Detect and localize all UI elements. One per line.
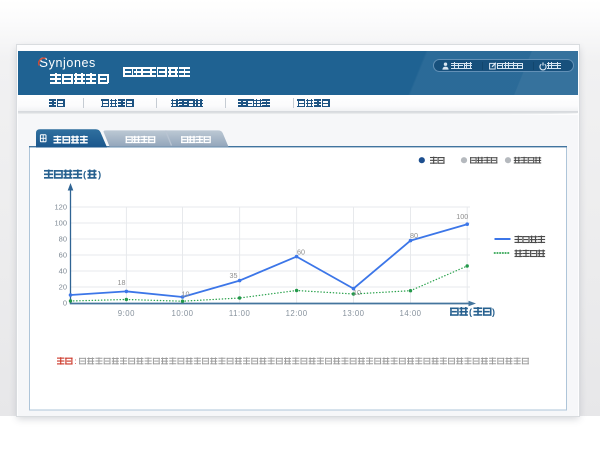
svg-text:10: 10 [182, 290, 190, 299]
svg-text:9:00: 9:00 [118, 309, 135, 318]
svg-text:): ) [492, 307, 495, 317]
svg-text:12:00: 12:00 [286, 309, 308, 318]
svg-text:): ) [98, 170, 101, 181]
svg-text:60: 60 [297, 248, 305, 257]
svg-text:100: 100 [456, 212, 468, 221]
svg-text:11:00: 11:00 [229, 309, 251, 318]
svg-text:10: 10 [353, 288, 361, 297]
svg-text:120: 120 [54, 203, 67, 212]
svg-text:80: 80 [59, 235, 67, 244]
svg-text:40: 40 [59, 267, 67, 276]
svg-text:14:00: 14:00 [399, 309, 421, 318]
svg-text:35: 35 [230, 271, 238, 280]
svg-text:13:00: 13:00 [342, 309, 364, 318]
svg-text:80: 80 [410, 231, 418, 240]
svg-text:100: 100 [54, 219, 67, 228]
svg-text:20: 20 [59, 283, 67, 292]
svg-text:18: 18 [118, 278, 126, 287]
svg-text:10:00: 10:00 [171, 309, 193, 318]
svg-text:60: 60 [59, 251, 67, 260]
svg-text::: : [75, 357, 77, 366]
svg-text:(: ( [469, 307, 472, 317]
svg-text:0: 0 [63, 299, 67, 308]
